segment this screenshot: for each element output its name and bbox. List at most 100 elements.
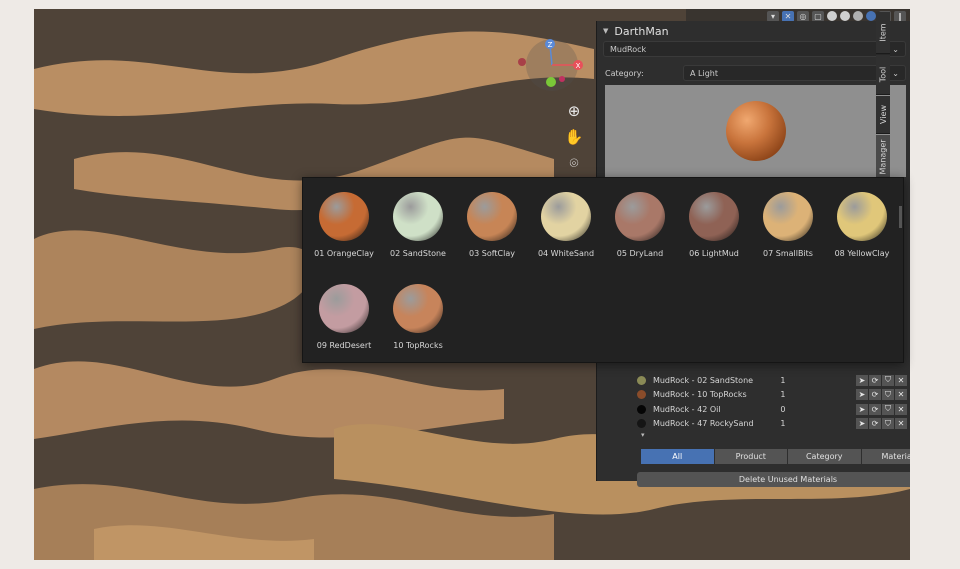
fake-user-shield-icon[interactable]: ⛉ bbox=[882, 374, 894, 386]
filter-tab[interactable]: Material bbox=[861, 449, 910, 464]
wireframe-shading-icon[interactable] bbox=[827, 11, 837, 21]
material-sphere bbox=[837, 192, 887, 241]
rendered-shading-icon[interactable] bbox=[866, 11, 876, 21]
material-thumbnail[interactable]: 02 SandStone bbox=[381, 178, 455, 258]
category-value: A Light bbox=[690, 68, 718, 78]
sidebar-toggle-icon[interactable]: ‖ bbox=[894, 10, 906, 22]
filter-tab[interactable]: Product bbox=[714, 449, 787, 464]
gizmo-toggle-icon[interactable]: ✕ bbox=[782, 10, 794, 22]
material-sphere bbox=[763, 192, 813, 241]
material-user-count: 0 bbox=[780, 404, 786, 414]
delete-unused-button[interactable]: Delete Unused Materials bbox=[637, 472, 910, 487]
material-thumbnail[interactable]: 04 WhiteSand bbox=[529, 178, 603, 258]
material-thumbnail-label: 02 SandStone bbox=[390, 249, 446, 258]
list-item[interactable]: MudRock - 42 Oil 0 ➤ ⟳ ⛉ ✕ bbox=[637, 402, 907, 417]
close-icon[interactable]: ✕ bbox=[895, 403, 907, 415]
negative-y-axis-icon bbox=[559, 76, 565, 82]
material-thumbnail[interactable]: 07 SmallBits bbox=[751, 178, 825, 258]
preview-sphere bbox=[725, 101, 786, 161]
material-thumbnail[interactable]: 01 OrangeClay bbox=[307, 178, 381, 258]
list-expand-icon[interactable]: ▾ :::: bbox=[641, 431, 910, 447]
material-name: MudRock - 42 Oil bbox=[652, 404, 721, 414]
chevron-down-icon: ⌄ bbox=[892, 44, 899, 54]
close-icon[interactable]: ✕ bbox=[895, 374, 907, 386]
material-sphere bbox=[615, 192, 665, 241]
fake-user-shield-icon[interactable]: ⛉ bbox=[882, 389, 894, 401]
select-cursor-icon[interactable]: ➤ bbox=[856, 374, 868, 386]
material-name: MudRock - 02 SandStone bbox=[652, 375, 754, 385]
material-thumbnail-label: 10 TopRocks bbox=[393, 341, 443, 350]
select-cursor-icon[interactable]: ➤ bbox=[856, 418, 868, 430]
material-thumbnail[interactable]: 09 RedDesert bbox=[307, 270, 381, 350]
list-item[interactable]: MudRock - 10 TopRocks 1 ➤ ⟳ ⛉ ✕ bbox=[637, 388, 907, 403]
material-thumbnail-label: 08 YellowClay bbox=[834, 249, 890, 258]
panel-title: DarthMan bbox=[614, 24, 669, 38]
material-sphere bbox=[393, 284, 443, 333]
material-user-count: 1 bbox=[780, 390, 786, 400]
material-name: MudRock - 10 TopRocks bbox=[652, 390, 747, 400]
panel-header[interactable]: ▼ DarthMan bbox=[597, 21, 910, 41]
filter-tabs: AllProductCategoryMaterial bbox=[641, 449, 910, 464]
material-sphere bbox=[689, 192, 739, 241]
material-sphere bbox=[319, 192, 369, 241]
material-select[interactable]: MudRock ⌄ bbox=[603, 41, 906, 57]
replace-icon[interactable]: ⟳ bbox=[869, 403, 881, 415]
category-label: Category: bbox=[605, 68, 644, 78]
row-actions: ➤ ⟳ ⛉ ✕ bbox=[856, 418, 907, 430]
material-browser-popup: 01 OrangeClay 02 SandStone 03 SoftClay 04 W… bbox=[302, 177, 904, 363]
close-icon[interactable]: ✕ bbox=[895, 389, 907, 401]
material-swatch-icon bbox=[637, 419, 646, 429]
close-icon[interactable]: ✕ bbox=[895, 418, 907, 430]
zoom-icon[interactable]: ⊕ bbox=[564, 101, 584, 121]
material-thumbnail[interactable]: 08 YellowClay bbox=[825, 178, 899, 258]
navigation-gizmo[interactable]: Z X bbox=[512, 35, 592, 95]
category-row: Category: A Light ⌄ bbox=[597, 63, 910, 83]
camera-view-icon[interactable]: ⌾ bbox=[564, 153, 584, 173]
solid-shading-icon[interactable] bbox=[840, 11, 850, 21]
material-name: MudRock - 47 RockySand bbox=[652, 419, 754, 429]
material-swatch-icon bbox=[637, 404, 646, 414]
list-item[interactable]: MudRock - 02 SandStone 1 ➤ ⟳ ⛉ ✕ bbox=[637, 373, 907, 388]
material-user-count: 1 bbox=[780, 419, 786, 429]
select-cursor-icon[interactable]: ➤ bbox=[856, 389, 868, 401]
material-list: MudRock - 02 SandStone 1 ➤ ⟳ ⛉ ✕ MudRock - 10 … bbox=[637, 373, 907, 431]
material-thumbnail[interactable]: 05 DryLand bbox=[603, 178, 677, 258]
material-thumbnail[interactable]: 06 LightMud bbox=[677, 178, 751, 258]
pan-hand-icon[interactable]: ✋ bbox=[564, 127, 584, 147]
collapse-arrow-icon[interactable]: ▼ bbox=[603, 27, 608, 35]
replace-icon[interactable]: ⟳ bbox=[869, 374, 881, 386]
popup-scrollbar[interactable] bbox=[899, 206, 902, 228]
material-sphere bbox=[467, 192, 517, 241]
replace-icon[interactable]: ⟳ bbox=[869, 418, 881, 430]
select-cursor-icon[interactable]: ➤ bbox=[856, 403, 868, 415]
filter-tab[interactable]: All bbox=[641, 449, 714, 464]
category-select[interactable]: A Light ⌄ bbox=[683, 65, 906, 81]
view-object-types-icon[interactable]: ▾ bbox=[767, 10, 779, 22]
replace-icon[interactable]: ⟳ bbox=[869, 389, 881, 401]
material-thumbnail-label: 06 LightMud bbox=[689, 249, 739, 258]
material-thumbnail[interactable]: 03 SoftClay bbox=[455, 178, 529, 258]
material-swatch-icon bbox=[637, 375, 646, 385]
fake-user-shield-icon[interactable]: ⛉ bbox=[882, 403, 894, 415]
xray-toggle-icon[interactable]: ▢ bbox=[812, 10, 824, 22]
material-thumbnail-label: 07 SmallBits bbox=[763, 249, 813, 258]
row-actions: ➤ ⟳ ⛉ ✕ bbox=[856, 374, 907, 386]
material-select-value: MudRock bbox=[610, 44, 647, 54]
filter-tab[interactable]: Category bbox=[788, 449, 861, 464]
material-thumbnail-label: 03 SoftClay bbox=[469, 249, 515, 258]
material-thumbnail-label: 09 RedDesert bbox=[316, 341, 372, 350]
row-actions: ➤ ⟳ ⛉ ✕ bbox=[856, 403, 907, 415]
material-thumbnail[interactable]: 10 TopRocks bbox=[381, 270, 455, 350]
material-sphere bbox=[541, 192, 591, 241]
material-shading-icon[interactable] bbox=[853, 11, 863, 21]
tab-item[interactable]: Item bbox=[876, 12, 890, 54]
tab-view[interactable]: View bbox=[876, 96, 890, 134]
list-item[interactable]: MudRock - 47 RockySand 1 ➤ ⟳ ⛉ ✕ bbox=[637, 417, 907, 432]
negative-x-axis-icon bbox=[518, 58, 526, 66]
overlay-toggle-icon[interactable]: ◎ bbox=[797, 10, 809, 22]
material-sphere bbox=[319, 284, 369, 333]
material-swatch-icon bbox=[637, 390, 646, 400]
tab-tool[interactable]: Tool bbox=[876, 55, 890, 95]
fake-user-shield-icon[interactable]: ⛉ bbox=[882, 418, 894, 430]
y-axis-icon bbox=[546, 77, 556, 87]
